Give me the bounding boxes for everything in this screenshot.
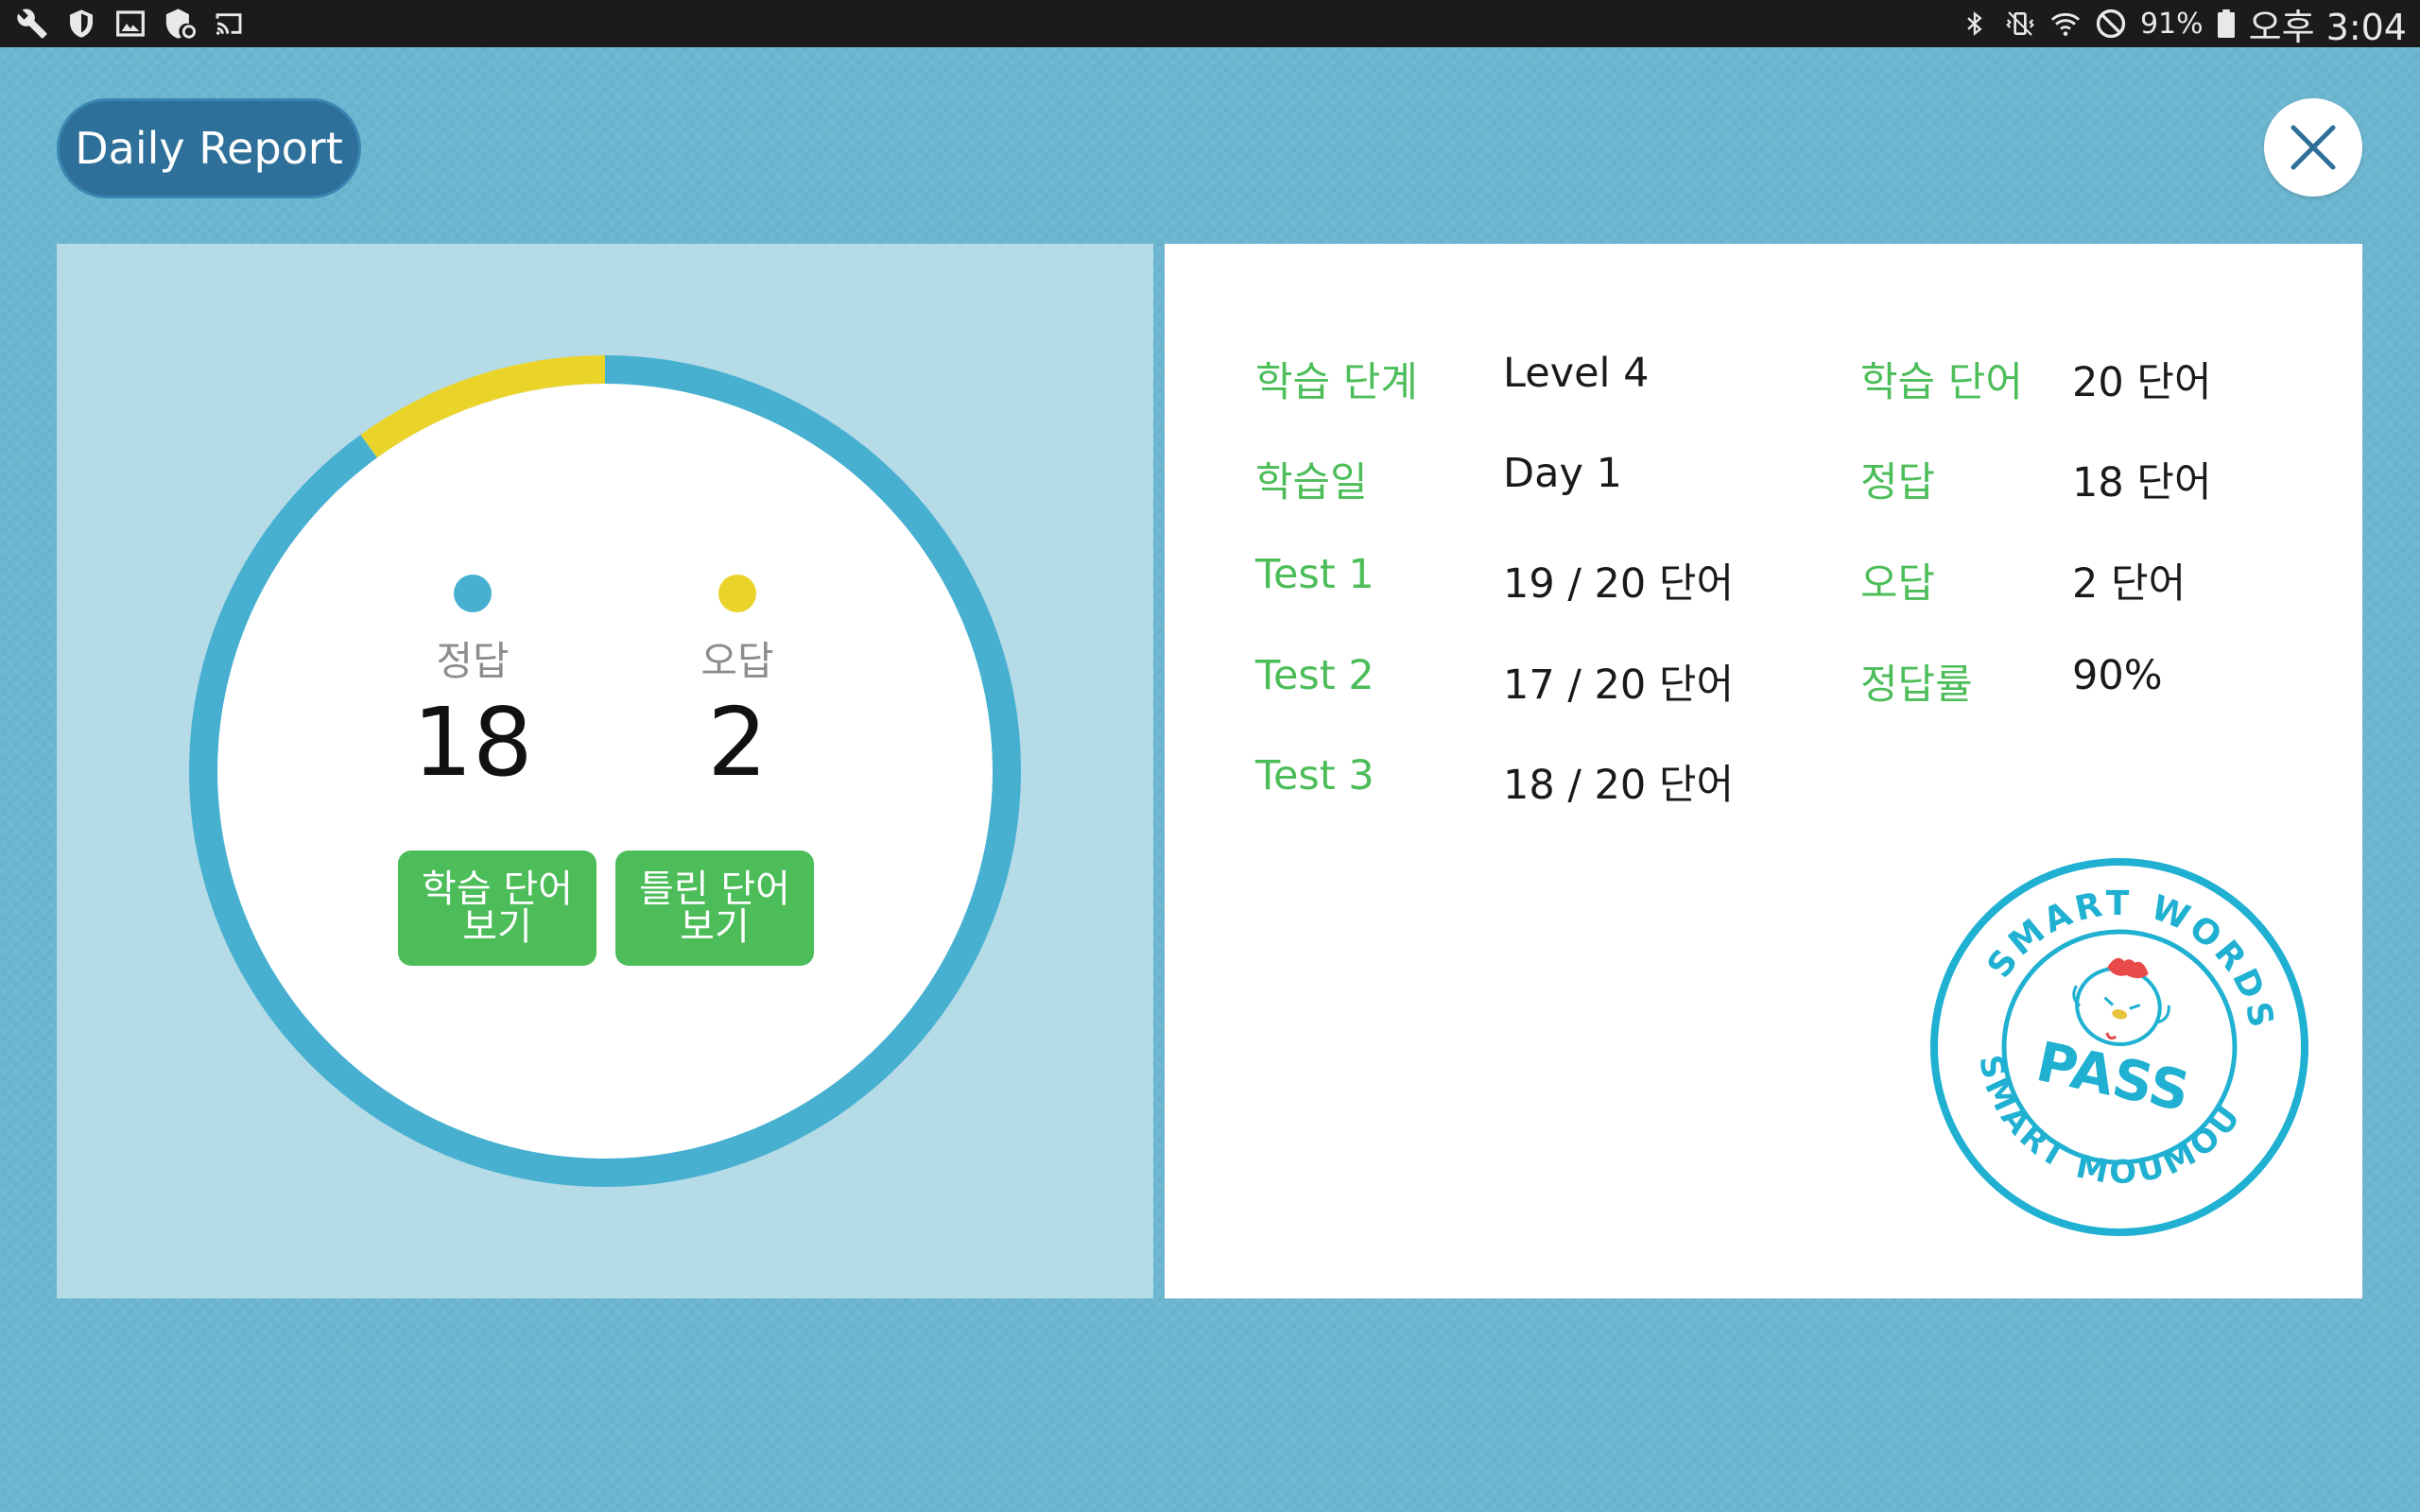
test3-value: 18 / 20 단어 — [1503, 762, 1735, 809]
level-value: Level 4 — [1503, 350, 1650, 397]
shield-icon — [64, 7, 98, 41]
wifi-icon — [2049, 8, 2082, 40]
view-study-words-line1: 학습 단어 — [422, 868, 573, 911]
donut-center — [217, 384, 993, 1159]
test1-label: Test 1 — [1255, 551, 1374, 598]
notification-icons — [15, 7, 246, 41]
accuracy-label: 정답률 — [1860, 662, 1973, 709]
level-label: 학습 단계 — [1255, 359, 1418, 406]
correct-legend-dot — [454, 575, 492, 612]
accuracy-value: 90% — [2072, 652, 2163, 699]
day-value: Day 1 — [1503, 450, 1622, 497]
correct-label: 정답 — [436, 638, 510, 684]
battery-percent: 91% — [2139, 7, 2204, 41]
pass-stamp: SMART WORDS SMART MOUMOU PASS — [1930, 855, 2308, 1236]
view-wrong-words-button[interactable]: 틀린 단어 보기 — [615, 850, 814, 966]
study-words-value: 20 단어 — [2072, 359, 2212, 406]
test2-value: 17 / 20 단어 — [1503, 662, 1735, 709]
details-panel: 학습 단계 Level 4 학습일 Day 1 Test 1 19 / 20 단… — [1165, 244, 2362, 1298]
bluetooth-icon — [1959, 8, 1991, 40]
correct-words-label: 정답 — [1860, 459, 1936, 507]
close-button[interactable] — [2264, 98, 2362, 197]
system-icons: 91% 오후 3:04 — [1959, 0, 2407, 48]
wrong-words-label: 오답 — [1860, 560, 1936, 608]
view-study-words-button[interactable]: 학습 단어 보기 — [398, 850, 596, 966]
day-label: 학습일 — [1255, 459, 1368, 507]
donut-chart — [188, 355, 1022, 1187]
battery-icon — [2217, 8, 2236, 40]
shield-refresh-icon — [163, 7, 197, 41]
stamp-center-text: PASS — [2031, 1029, 2196, 1124]
view-study-words-line2: 보기 — [462, 905, 532, 949]
page-title: Daily Report — [57, 98, 361, 198]
correct-words-value: 18 단어 — [2072, 459, 2212, 507]
view-wrong-words-line1: 틀린 단어 — [639, 868, 790, 911]
wrong-legend-dot — [718, 575, 756, 612]
summary-panel: 정답 오답 18 2 학습 단어 보기 틀린 단어 보기 — [57, 244, 1153, 1298]
test1-value: 19 / 20 단어 — [1503, 560, 1735, 608]
wrong-count: 2 — [707, 687, 768, 798]
vibrate-off-icon — [2004, 8, 2036, 40]
test2-label: Test 2 — [1255, 652, 1374, 699]
wrong-label: 오답 — [700, 638, 774, 684]
study-words-label: 학습 단어 — [1860, 359, 2023, 406]
view-wrong-words-line2: 보기 — [680, 905, 750, 949]
image-icon — [113, 7, 147, 41]
close-icon — [2290, 125, 2336, 170]
test3-label: Test 3 — [1255, 752, 1374, 799]
status-bar: 91% 오후 3:04 — [0, 0, 2420, 48]
do-not-disturb-icon — [2095, 8, 2127, 40]
wrench-icon — [15, 7, 49, 41]
wrong-words-value: 2 단어 — [2072, 560, 2187, 608]
cast-icon — [212, 7, 246, 41]
correct-count: 18 — [412, 687, 533, 798]
clock: 오후 3:04 — [2248, 6, 2407, 48]
